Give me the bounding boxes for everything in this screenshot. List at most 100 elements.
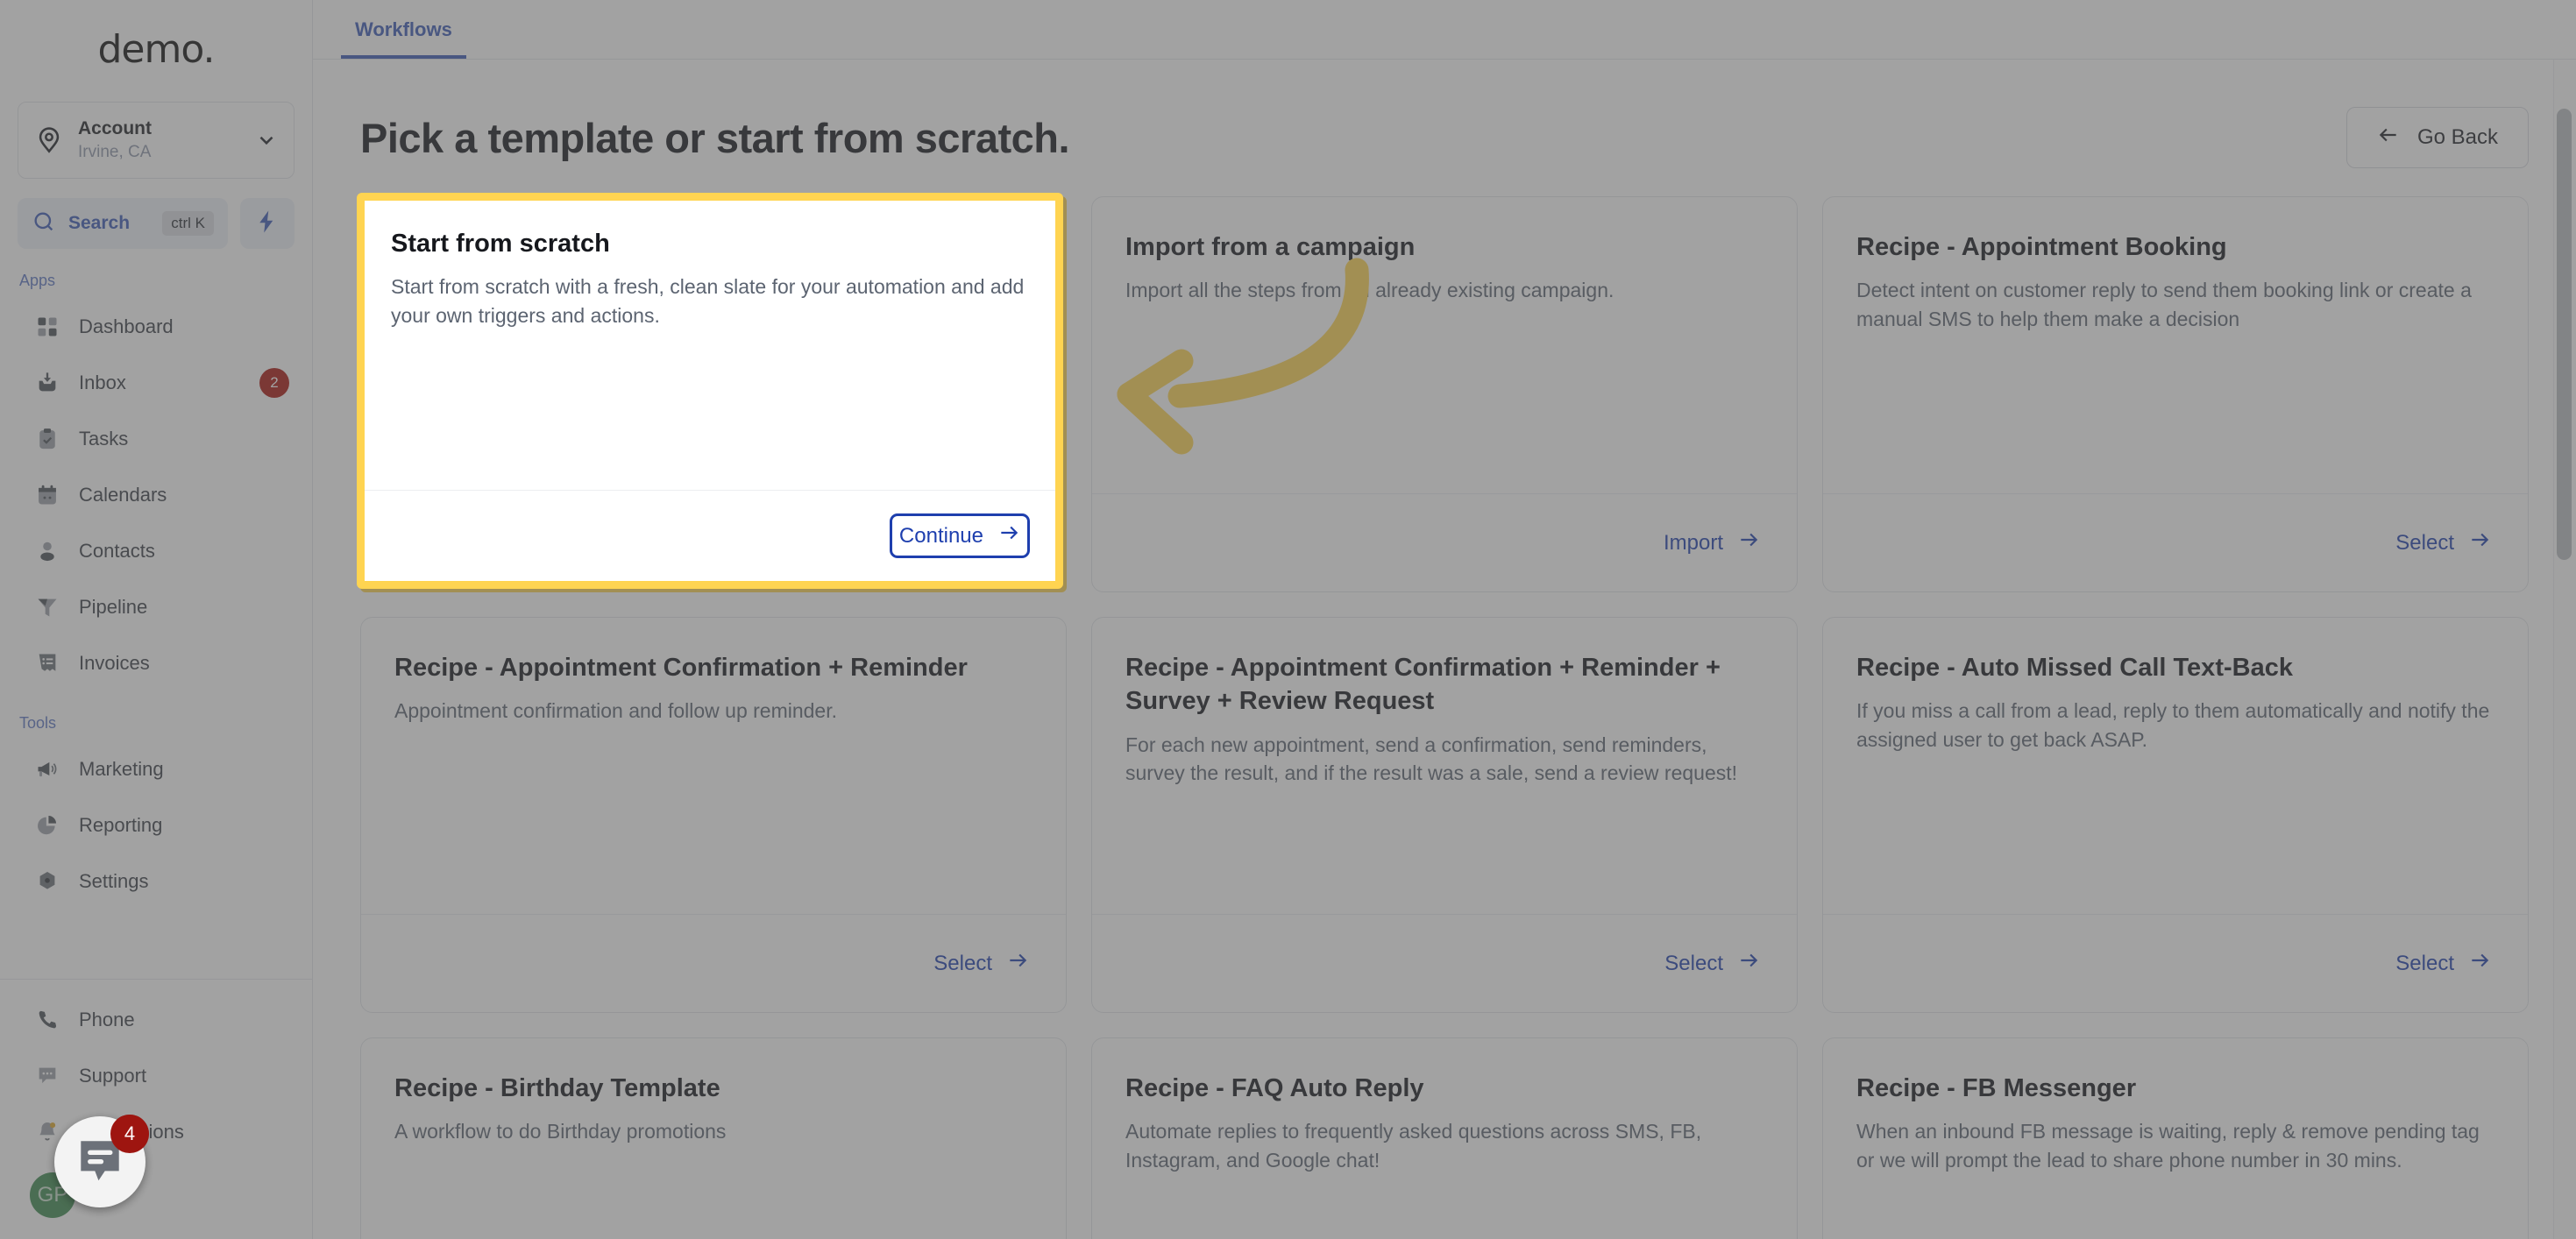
card-description: For each new appointment, send a confirm… xyxy=(1125,733,1738,785)
sidebar-item-label: Phone xyxy=(79,1009,135,1030)
go-back-button[interactable]: Go Back xyxy=(2345,107,2529,168)
template-card-auto-missed-call-text-back[interactable]: Recipe - Auto Missed Call Text-Back If y… xyxy=(1822,617,2529,1013)
template-card-import-from-campaign[interactable]: Import from a campaign Import all the st… xyxy=(1091,196,1798,592)
megaphone-icon xyxy=(33,755,61,783)
template-card-start-from-scratch[interactable]: Start from scratch Start from scratch wi… xyxy=(360,196,1067,592)
card-action-label: Select xyxy=(2395,530,2454,555)
status-badge: 2 xyxy=(259,368,289,398)
sidebar-item-label: Invoices xyxy=(79,652,150,674)
sidebar-item-phone[interactable]: Phone xyxy=(0,992,312,1048)
app-root: demo. Account Irvine, CA Search ctrl K A… xyxy=(0,0,2576,1239)
sidebar-item-label: Reporting xyxy=(79,814,163,836)
sidebar-item-support[interactable]: Support xyxy=(0,1048,312,1104)
select-button[interactable]: Select xyxy=(2395,528,2491,557)
arrow-left-icon xyxy=(2377,124,2400,152)
quick-actions-button[interactable] xyxy=(240,198,295,249)
sidebar-item-tasks[interactable]: Tasks xyxy=(0,411,312,467)
sidebar-item-label: Support xyxy=(79,1065,147,1087)
sidebar-item-label: Tasks xyxy=(79,428,129,450)
tab-workflows[interactable]: Workflows xyxy=(341,18,466,59)
scrollbar-track[interactable] xyxy=(2553,60,2576,1239)
sidebar-item-label: Dashboard xyxy=(79,315,174,337)
funnel-icon xyxy=(33,593,61,621)
sidebar-item-notifications[interactable]: Notifications xyxy=(0,1104,312,1160)
card-action-label: Import xyxy=(1663,530,1723,555)
card-body: Import from a campaign Import all the st… xyxy=(1092,197,1797,493)
sidebar-item-label: Inbox xyxy=(79,372,126,393)
template-card-faq-auto-reply[interactable]: Recipe - FAQ Auto Reply Automate replies… xyxy=(1091,1037,1798,1239)
select-button[interactable]: Select xyxy=(933,949,1029,978)
search-icon xyxy=(32,209,56,238)
card-body: Recipe - Appointment Confirmation + Remi… xyxy=(1092,618,1797,914)
sidebar-item-reporting[interactable]: Reporting xyxy=(0,797,312,853)
card-title: Recipe - FB Messenger xyxy=(1856,1074,2137,1102)
card-body: Recipe - FB Messenger When an inbound FB… xyxy=(1823,1038,2528,1239)
user-icon xyxy=(33,537,61,565)
arrow-right-icon xyxy=(1737,528,1760,557)
template-card-fb-messenger[interactable]: Recipe - FB Messenger When an inbound FB… xyxy=(1822,1037,2529,1239)
template-card-appointment-confirmation-survey-review[interactable]: Recipe - Appointment Confirmation + Remi… xyxy=(1091,617,1798,1013)
arrow-right-icon xyxy=(1006,949,1029,978)
sidebar-item-label: Pipeline xyxy=(79,596,148,618)
search-shortcut: ctrl K xyxy=(162,211,214,236)
card-footer: Select xyxy=(1823,493,2528,591)
brand-row: demo. xyxy=(0,0,312,98)
card-description: If you miss a call from a lead, reply to… xyxy=(1856,699,2490,751)
sidebar-item-inbox[interactable]: Inbox 2 xyxy=(0,355,312,411)
card-description: Appointment confirmation and follow up r… xyxy=(394,699,838,723)
template-grid: Start from scratch Start from scratch wi… xyxy=(313,168,2576,1239)
sidebar-item-calendars[interactable]: Calendars xyxy=(0,467,312,523)
card-footer: Select xyxy=(361,914,1066,1012)
pie-chart-icon xyxy=(33,811,61,839)
search-input[interactable]: Search ctrl K xyxy=(18,198,228,249)
sidebar-item-pipeline[interactable]: Pipeline xyxy=(0,579,312,635)
bell-icon xyxy=(33,1118,61,1146)
card-title: Recipe - Appointment Confirmation + Remi… xyxy=(394,654,968,682)
location-pin-icon xyxy=(34,125,64,155)
card-title: Start from scratch xyxy=(394,233,614,261)
nav-section-label-tools: Tools xyxy=(19,714,57,732)
sidebar-item-label: Calendars xyxy=(79,484,167,506)
template-card-appointment-confirmation-reminder[interactable]: Recipe - Appointment Confirmation + Remi… xyxy=(360,617,1067,1013)
template-card-birthday-template[interactable]: Recipe - Birthday Template A workflow to… xyxy=(360,1037,1067,1239)
scrollbar-thumb[interactable] xyxy=(2557,109,2572,560)
arrow-right-icon xyxy=(1737,949,1760,978)
gear-icon xyxy=(33,867,61,896)
card-body: Recipe - Appointment Booking Detect inte… xyxy=(1823,197,2528,493)
card-body: Recipe - Auto Missed Call Text-Back If y… xyxy=(1823,618,2528,914)
card-action-label: Select xyxy=(2395,951,2454,975)
page-header: Pick a template or start from scratch. G… xyxy=(313,60,2576,168)
select-button[interactable]: Select xyxy=(1664,949,1760,978)
card-footer: Select xyxy=(1092,914,1797,1012)
nav-list-apps: Dashboard Inbox 2 Tasks Calendars Contac… xyxy=(0,299,312,691)
chat-launcher-button[interactable]: 4 xyxy=(54,1115,149,1207)
card-footer: Continue xyxy=(368,493,1059,584)
invoice-icon xyxy=(33,649,61,677)
sidebar-item-dashboard[interactable]: Dashboard xyxy=(0,299,312,355)
sidebar-item-invoices[interactable]: Invoices xyxy=(0,635,312,691)
continue-button[interactable]: Continue xyxy=(892,517,1034,562)
card-description: Import all the steps from an already exi… xyxy=(1125,279,1614,302)
calendar-icon xyxy=(33,481,61,509)
card-body: Recipe - Appointment Confirmation + Remi… xyxy=(361,618,1066,914)
account-sublabel: Irvine, CA xyxy=(78,143,152,161)
sidebar-item-contacts[interactable]: Contacts xyxy=(0,523,312,579)
card-title: Recipe - Auto Missed Call Text-Back xyxy=(1856,654,2293,682)
main-content: Workflows Pick a template or start from … xyxy=(313,0,2576,1239)
grid-icon xyxy=(33,313,61,341)
chevron-down-icon[interactable] xyxy=(255,129,278,152)
card-body: Start from scratch Start from scratch wi… xyxy=(368,204,1059,493)
select-button[interactable]: Select xyxy=(2395,949,2491,978)
template-card-appointment-booking[interactable]: Recipe - Appointment Booking Detect inte… xyxy=(1822,196,2529,592)
sidebar-item-marketing[interactable]: Marketing xyxy=(0,741,312,797)
account-title: Account xyxy=(78,118,152,138)
sidebar-item-label: Contacts xyxy=(79,540,155,562)
card-action-label: Continue xyxy=(902,527,987,551)
inbox-icon xyxy=(33,369,61,397)
card-title: Import from a campaign xyxy=(1125,233,1416,261)
sidebar-item-settings[interactable]: Settings xyxy=(0,853,312,910)
import-button[interactable]: Import xyxy=(1664,528,1760,557)
account-selector[interactable]: Account Irvine, CA xyxy=(18,102,295,179)
clipboard-check-icon xyxy=(33,425,61,453)
card-action-label: Select xyxy=(933,951,992,975)
